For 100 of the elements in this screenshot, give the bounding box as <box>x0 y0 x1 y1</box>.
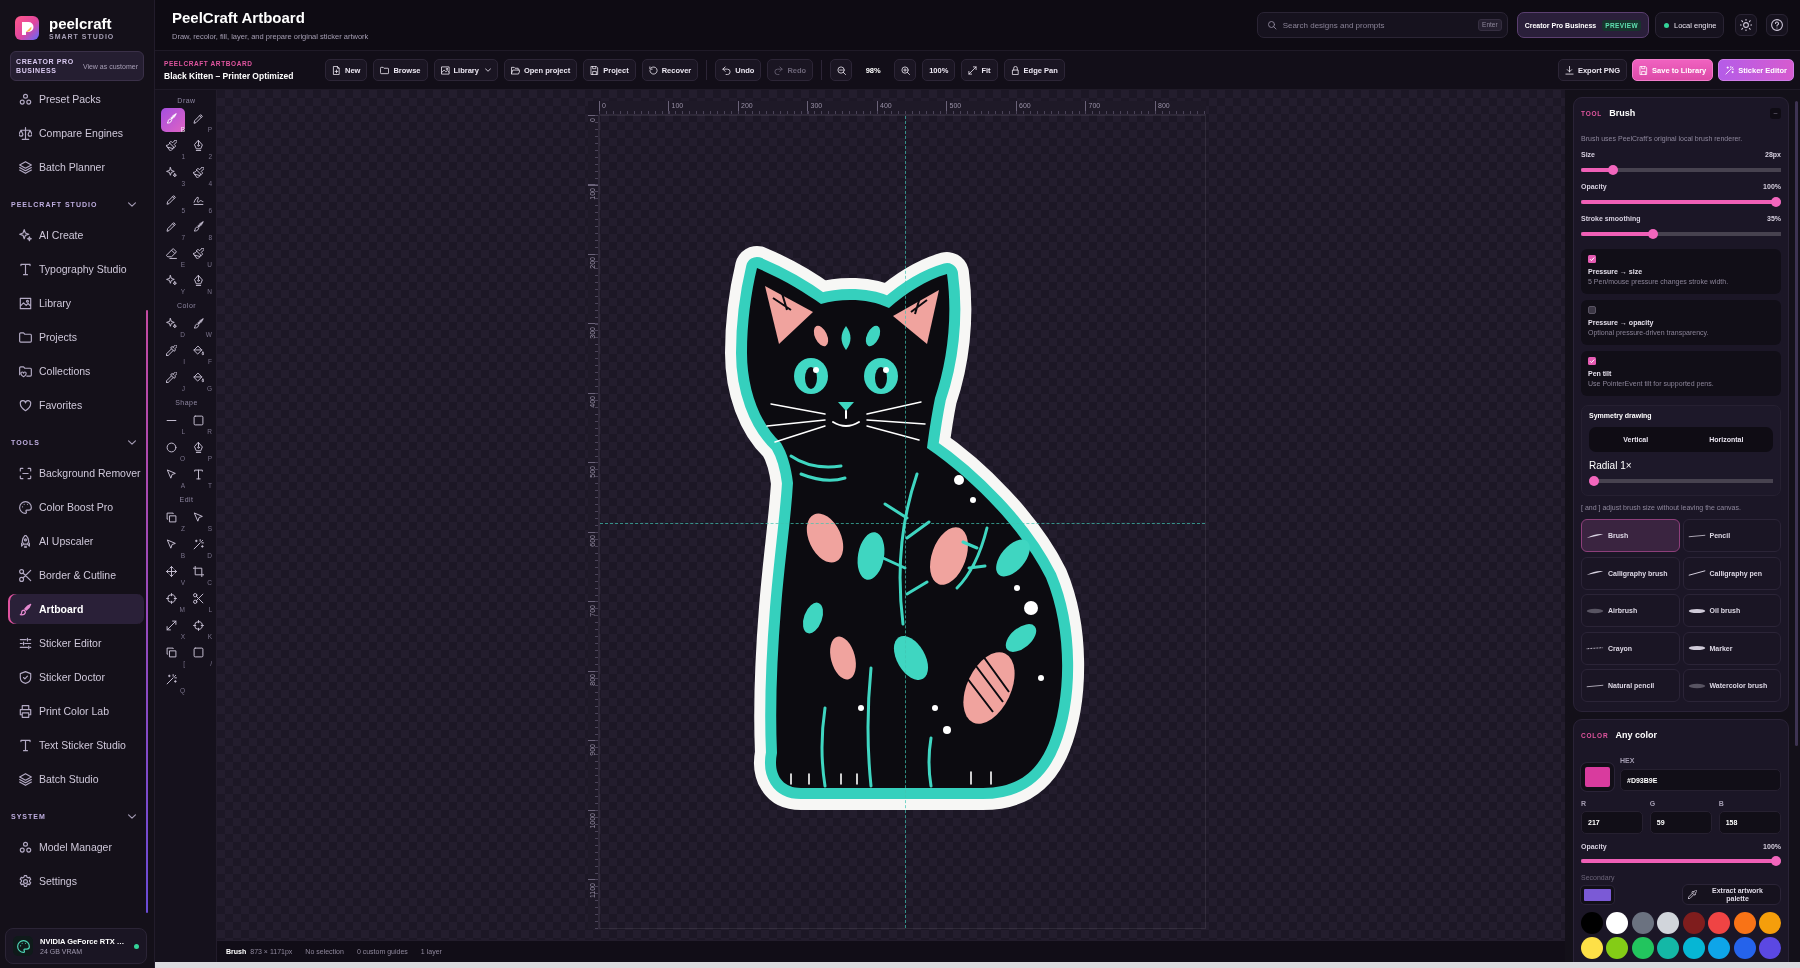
color-swatch-icon[interactable] <box>1657 937 1680 959</box>
slider-thumb[interactable] <box>1607 165 1618 175</box>
color-swatch-icon[interactable] <box>1581 763 1614 791</box>
eraser-icon <box>166 248 177 259</box>
scrollbar-thumb[interactable] <box>146 310 148 913</box>
circles-icon <box>19 840 32 854</box>
nav-item[interactable]: Sticker Doctor <box>8 662 144 692</box>
checkbox[interactable] <box>1588 306 1596 314</box>
text-t-icon <box>19 262 32 276</box>
nav-item[interactable]: AI Create <box>8 220 144 250</box>
slider-track[interactable] <box>1581 197 1781 207</box>
nav-item[interactable]: Settings <box>8 866 144 896</box>
wand-icon <box>1725 65 1735 75</box>
color-swatch-icon[interactable] <box>1657 912 1680 934</box>
scan-icon <box>19 466 32 480</box>
nav-item[interactable]: Projects <box>8 322 144 352</box>
nav-item[interactable]: Library <box>8 288 144 318</box>
color-swatch-icon[interactable] <box>1581 885 1614 904</box>
document-title: Black Kitten – Printer Optimized <box>164 70 294 81</box>
brush-icon <box>166 113 177 124</box>
sparkles-icon <box>19 228 32 242</box>
color-swatch-icon[interactable] <box>1606 937 1629 959</box>
shield-check-icon <box>19 670 32 684</box>
minus-icon <box>1773 110 1778 116</box>
color-swatch-icon[interactable] <box>1758 937 1781 959</box>
zoom-out-icon <box>836 65 846 75</box>
nav-item[interactable]: Favorites <box>8 390 144 420</box>
color-swatch-icon[interactable] <box>1682 937 1705 959</box>
nav-item[interactable]: Background Remover <box>8 458 144 488</box>
floppy-icon <box>590 65 600 75</box>
pen-nib-icon <box>193 275 204 286</box>
color-swatch-icon[interactable] <box>1733 937 1756 959</box>
wand-icon <box>166 674 177 685</box>
nav-item[interactable]: Border & Cutline <box>8 560 144 590</box>
brush-stroke-icon <box>1586 645 1604 651</box>
nav-item[interactable]: Sticker Editor <box>8 628 144 658</box>
slider-thumb[interactable] <box>1589 476 1599 486</box>
scissors-icon <box>19 568 32 582</box>
help-button[interactable] <box>1766 14 1788 36</box>
nav-item[interactable]: Preset Packs <box>8 84 144 114</box>
color-swatch-icon[interactable] <box>1631 912 1654 934</box>
nav-item[interactable]: Artboard <box>8 594 144 624</box>
nav-item[interactable]: Text Sticker Studio <box>8 730 144 760</box>
download-icon <box>1564 65 1574 75</box>
floppy-icon <box>1639 65 1649 75</box>
eyedropper-icon <box>166 345 177 356</box>
color-swatch-icon[interactable] <box>1581 937 1603 959</box>
palette-icon <box>19 500 32 514</box>
zoom-in-button[interactable] <box>894 59 917 81</box>
wand-icon <box>193 539 204 550</box>
move-icon <box>166 566 177 577</box>
cursor-icon <box>166 469 177 480</box>
brush-stroke-icon <box>1687 682 1706 689</box>
theme-toggle-button[interactable] <box>1735 14 1757 36</box>
brush-icon <box>193 221 204 232</box>
brush-stroke-icon <box>1586 570 1604 576</box>
scissors-icon <box>193 593 204 604</box>
nav-item[interactable]: Batch Planner <box>8 152 144 182</box>
layers-icon <box>19 772 32 786</box>
color-swatch-icon[interactable] <box>1581 912 1603 934</box>
scrollbar-thumb[interactable] <box>1795 101 1798 746</box>
zoom-out-button[interactable] <box>830 59 853 81</box>
gear-icon <box>19 874 32 888</box>
slider-thumb[interactable] <box>1647 229 1658 239</box>
card-title: Brush <box>1609 108 1636 118</box>
checkbox[interactable] <box>1588 255 1596 263</box>
cursor-icon <box>193 512 204 523</box>
nav-item[interactable]: Color Boost Pro <box>8 492 144 522</box>
expand-icon <box>968 65 978 75</box>
brush-stroke-icon <box>1586 532 1604 539</box>
color-swatch-icon[interactable] <box>1708 937 1731 959</box>
eyedropper-icon <box>166 372 177 383</box>
color-swatch-icon[interactable] <box>1631 937 1654 959</box>
color-swatch-icon[interactable] <box>1682 912 1705 934</box>
nav-item[interactable]: Print Color Lab <box>8 696 144 726</box>
lock-icon <box>1010 65 1020 75</box>
color-swatch-icon[interactable] <box>1708 912 1731 934</box>
color-swatch-icon[interactable] <box>1733 912 1756 934</box>
image-icon <box>19 296 32 310</box>
nav-item[interactable]: Collections <box>8 356 144 386</box>
nav-item[interactable]: AI Upscaler <box>8 526 144 556</box>
slider-track[interactable] <box>1581 856 1781 866</box>
slider-thumb[interactable] <box>1771 856 1781 866</box>
slider-thumb[interactable] <box>1771 197 1781 207</box>
color-swatch-icon[interactable] <box>1758 912 1781 934</box>
file-plus-icon <box>332 65 341 75</box>
text-t-icon <box>19 738 32 752</box>
crop-icon <box>193 566 204 577</box>
color-swatch-icon[interactable] <box>1606 912 1629 934</box>
nav-item[interactable]: Compare Engines <box>8 118 144 148</box>
paintbrush-icon <box>166 140 177 151</box>
logo-icon <box>15 16 39 40</box>
page-title: PeelCraft Artboard <box>172 9 305 26</box>
nav-item[interactable]: Model Manager <box>8 832 144 862</box>
crosshair-icon <box>166 593 177 604</box>
nav-item[interactable]: Batch Studio <box>8 764 144 794</box>
slider-track[interactable] <box>1589 476 1773 486</box>
checkbox[interactable] <box>1588 357 1596 365</box>
nav-item[interactable]: Typography Studio <box>8 254 144 284</box>
pen-nib-icon <box>193 442 204 453</box>
